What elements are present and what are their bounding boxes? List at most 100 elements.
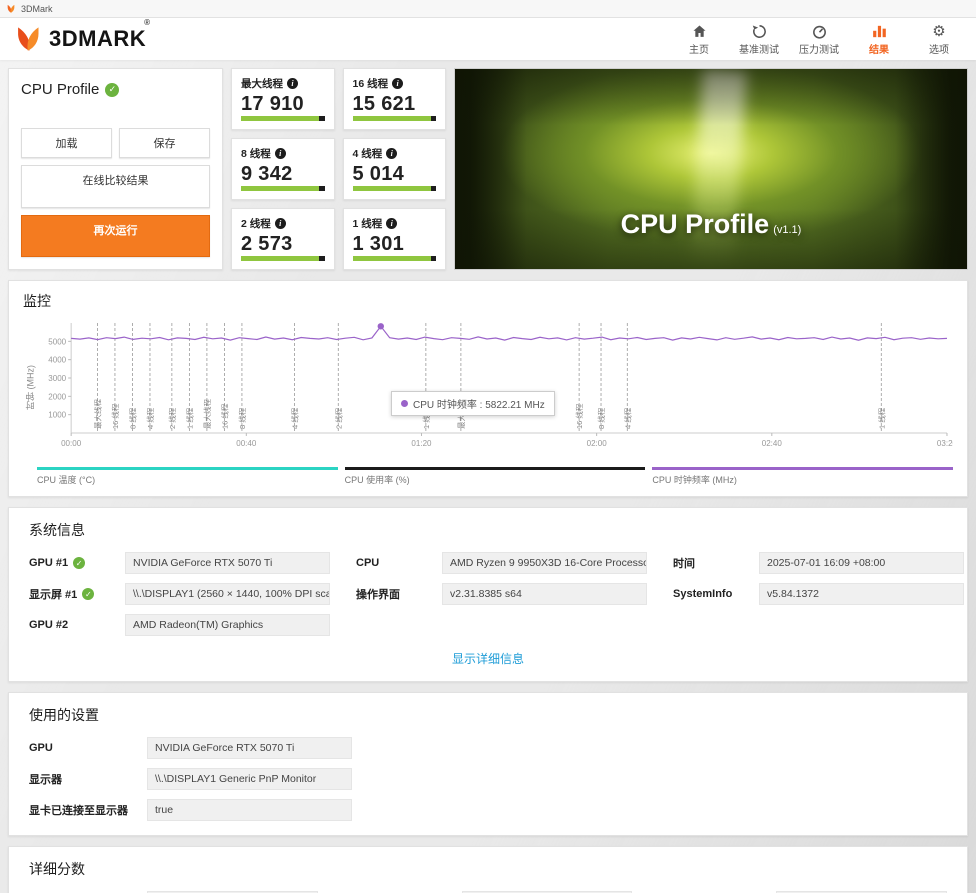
score-value: 9 342 <box>241 163 293 185</box>
valid-check-icon: ✓ <box>105 82 120 97</box>
svg-text:16 线程: 16 线程 <box>110 403 120 429</box>
legend-cpu-usage[interactable]: CPU 使用率 (%) <box>344 467 646 486</box>
gpu2-value: AMD Radeon(TM) Graphics <box>125 614 330 636</box>
nav-benchmark[interactable]: 基准测试 <box>736 23 782 56</box>
nav-stress-label: 压力测试 <box>799 44 839 56</box>
svg-text:00:40: 00:40 <box>236 439 257 448</box>
nav-stress-test[interactable]: 压力测试 <box>796 23 842 56</box>
score-label: 2 线程 <box>241 218 271 230</box>
app-flame-icon <box>7 4 15 13</box>
settings-connected-row: 显卡已连接至显示器 true <box>29 799 947 821</box>
monitoring-section: 监控 时钟 (MHz) 1000 2000 3000 4000 5000 00:00 00:… <box>8 280 968 497</box>
svg-text:02:40: 02:40 <box>762 439 783 448</box>
show-details-link[interactable]: 显示详细信息 <box>29 650 947 667</box>
svg-text:1000: 1000 <box>48 411 66 420</box>
gpu2-label: GPU #2 <box>29 619 69 631</box>
svg-text:4 线程: 4 线程 <box>289 407 299 429</box>
time-row: 时间 2025-07-01 16:09 +08:00 <box>673 552 964 574</box>
save-button[interactable]: 保存 <box>119 128 210 158</box>
score-value: 5 014 <box>352 163 405 185</box>
score-bar <box>352 116 436 121</box>
benchmark-icon <box>751 23 768 40</box>
cpu-label: CPU <box>356 557 380 569</box>
settings-display-value: \\.\DISPLAY1 Generic PnP Monitor <box>147 768 352 790</box>
legend-bar-temp <box>37 467 338 470</box>
score-label: 8 线程 <box>241 148 271 160</box>
results-bars-icon <box>871 23 888 40</box>
nav-options[interactable]: ⚙ 选项 <box>916 23 962 56</box>
info-icon[interactable]: i <box>274 148 286 159</box>
result-summary-row: CPU Profile ✓ 加载 保存 在线比较结果 再次运行 最大线程 i 17… <box>8 68 968 270</box>
system-info-col3: 时间 2025-07-01 16:09 +08:00 SystemInfo v5… <box>673 552 964 636</box>
compare-online-button[interactable]: 在线比较结果 <box>21 165 210 208</box>
legend-bar-clock <box>652 467 954 470</box>
legend-cpu-clock[interactable]: CPU 时钟频率 (MHz) <box>652 467 954 486</box>
system-info-title: 系统信息 <box>29 522 85 538</box>
legend-cpu-temp[interactable]: CPU 温度 (°C) <box>37 467 338 486</box>
cpu-row: CPU AMD Ryzen 9 9950X3D 16-Core Processo… <box>356 552 647 574</box>
svg-text:8 线程: 8 线程 <box>596 407 606 429</box>
svg-text:5000: 5000 <box>48 337 66 346</box>
ui-version-label: 操作界面 <box>356 589 400 601</box>
system-info-section: 系统信息 GPU #1 ✓ NVIDIA GeForce RTX 5070 Ti … <box>8 507 968 682</box>
legend-label: CPU 温度 (°C) <box>37 475 96 485</box>
info-icon[interactable]: i <box>287 78 298 89</box>
nav-options-label: 选项 <box>929 44 949 56</box>
benchmark-hero-image: CPU Profile (v1.1) <box>454 68 968 270</box>
system-info-col1: GPU #1 ✓ NVIDIA GeForce RTX 5070 Ti 显示屏 #… <box>29 552 330 636</box>
settings-gpu-value: NVIDIA GeForce RTX 5070 Ti <box>147 737 352 759</box>
score-card-16-threads: 16 线程 i 15 621 <box>342 68 446 130</box>
score-label: 1 线程 <box>352 218 383 230</box>
info-icon[interactable]: i <box>386 148 398 159</box>
svg-text:16 线程: 16 线程 <box>574 403 584 429</box>
registered-mark: ® <box>144 18 151 27</box>
time-label: 时间 <box>673 558 695 570</box>
score-card-1-thread: 1 线程 i 1 301 <box>342 208 446 270</box>
svg-text:02:00: 02:00 <box>587 439 608 448</box>
score-value: 17 910 <box>241 93 304 115</box>
load-button[interactable]: 加载 <box>21 128 112 158</box>
info-icon[interactable]: i <box>392 78 404 89</box>
ui-version-row: 操作界面 v2.31.8385 s64 <box>356 583 647 605</box>
window-title: 3DMark <box>21 3 53 14</box>
result-actions-panel: CPU Profile ✓ 加载 保存 在线比较结果 再次运行 <box>8 68 223 270</box>
nav-home[interactable]: 主页 <box>676 23 722 56</box>
logo: 3DMARK® <box>14 18 153 53</box>
nav-results-label: 结果 <box>869 44 889 56</box>
nav-home-label: 主页 <box>689 44 709 56</box>
result-title-row: CPU Profile ✓ <box>21 81 210 98</box>
chart-legend: CPU 温度 (°C) CPU 使用率 (%) CPU 时钟频率 (MHz) <box>23 467 954 486</box>
home-icon <box>691 23 708 40</box>
info-icon[interactable]: i <box>274 218 286 229</box>
settings-section: 使用的设置 GPU NVIDIA GeForce RTX 5070 Ti 显示器… <box>8 692 968 836</box>
svg-text:最大线程: 最大线程 <box>202 399 212 429</box>
tooltip-text: CPU 时钟频率 : 5822.21 MHz <box>413 400 545 411</box>
flame-logo-icon <box>18 27 39 51</box>
score-card-4-threads: 4 线程 i 5 014 <box>342 138 446 200</box>
score-bar <box>241 186 325 191</box>
score-bar <box>241 116 325 121</box>
svg-text:16 线程: 16 线程 <box>219 403 229 429</box>
nav-results[interactable]: 结果 <box>856 23 902 56</box>
svg-text:最大线程: 最大线程 <box>92 399 102 429</box>
cpu-clock-line-chart: 1000 2000 3000 4000 5000 00:00 00:40 01:20 02:00… <box>48 323 953 448</box>
score-cards-grid: 最大线程 i 17 910 16 线程 i 15 621 8 线程 i 9 342 4… <box>231 68 446 270</box>
hero-title: CPU Profile (v1.1) <box>620 209 802 239</box>
monitoring-title: 监控 <box>23 293 51 309</box>
settings-gpu-label: GPU <box>29 742 53 754</box>
score-label: 4 线程 <box>352 148 383 160</box>
tooltip-series-dot <box>401 400 408 407</box>
svg-text:4 线程: 4 线程 <box>622 407 632 429</box>
svg-text:4 线程: 4 线程 <box>145 407 155 429</box>
result-title: CPU Profile <box>21 81 100 98</box>
score-bar <box>352 186 436 191</box>
score-value: 2 573 <box>241 233 293 255</box>
run-again-button[interactable]: 再次运行 <box>21 214 210 257</box>
svg-text:1 线程: 1 线程 <box>876 407 886 429</box>
score-card-max-threads: 最大线程 i 17 910 <box>231 68 335 130</box>
info-icon[interactable]: i <box>386 218 398 229</box>
settings-display-label: 显示器 <box>29 774 62 786</box>
systeminfo-version-row: SystemInfo v5.84.1372 <box>673 583 964 605</box>
y-axis-label: 时钟 (MHz) <box>25 365 36 411</box>
display1-value: \\.\DISPLAY1 (2560 × 1440, 100% DPI scal… <box>125 583 330 605</box>
